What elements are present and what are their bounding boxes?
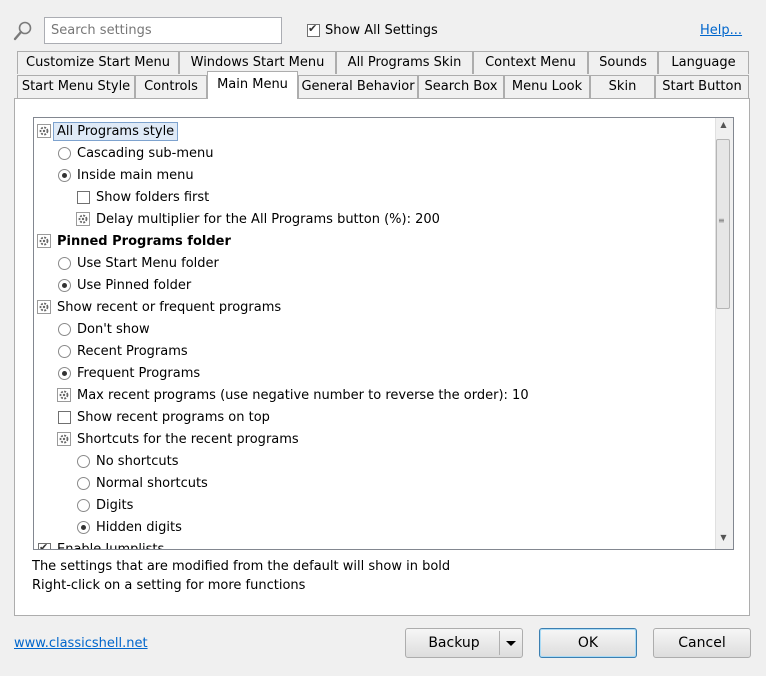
checkbox[interactable] — [77, 190, 90, 204]
tree-item[interactable]: Use Pinned folder — [58, 274, 191, 296]
tree-item-label: Digits — [96, 497, 134, 513]
tree-item[interactable]: Delay multiplier for the All Programs bu… — [76, 208, 440, 230]
radio-button[interactable] — [58, 256, 71, 270]
tree-item[interactable]: Use Start Menu folder — [58, 252, 219, 274]
tree-item-label: Show recent programs on top — [77, 409, 270, 425]
tab-controls[interactable]: Controls — [135, 75, 207, 98]
scrollbar-grip-icon: ≡ — [718, 216, 725, 225]
tree-item[interactable]: Recent Programs — [58, 340, 188, 362]
settings-gear-icon — [57, 432, 71, 446]
tree-item[interactable]: Shortcuts for the recent programs — [57, 428, 299, 450]
tree-item[interactable]: Show folders first — [77, 186, 209, 208]
settings-gear-icon — [37, 124, 51, 138]
tree-item-label: Shortcuts for the recent programs — [77, 431, 299, 447]
tree-item[interactable]: Enable Jumplists — [38, 538, 165, 550]
tab-main-menu[interactable]: Main Menu — [207, 71, 298, 99]
website-link[interactable]: www.classicshell.net — [14, 636, 148, 651]
tree-item-label: Normal shortcuts — [96, 475, 208, 491]
tree-item-label: Pinned Programs folder — [57, 233, 231, 249]
tree-item-label: Frequent Programs — [77, 365, 201, 381]
tab-skin[interactable]: Skin — [590, 75, 655, 98]
info-text-right-click-hint: Right-click on a setting for more functi… — [32, 578, 306, 593]
dropdown-arrow-icon[interactable] — [506, 641, 516, 646]
search-input[interactable] — [44, 17, 282, 44]
tree-item[interactable]: All Programs style — [37, 120, 179, 142]
tree-item-label: Inside main menu — [77, 167, 194, 183]
scroll-up-arrow-icon[interactable]: ▲ — [715, 120, 732, 134]
tree-item-label: Enable Jumplists — [57, 541, 165, 550]
settings-gear-icon — [37, 300, 51, 314]
tab-menu-look[interactable]: Menu Look — [504, 75, 590, 98]
tree-item-label: No shortcuts — [96, 453, 179, 469]
tree-item[interactable]: Show recent or frequent programs — [37, 296, 281, 318]
tree-item[interactable]: Digits — [77, 494, 133, 516]
info-text-bold-hint: The settings that are modified from the … — [32, 559, 451, 574]
tab-customize-start-menu[interactable]: Customize Start Menu — [17, 51, 179, 74]
tree-item[interactable]: Don't show — [58, 318, 150, 340]
tree-item-label: Don't show — [77, 321, 150, 337]
ok-button[interactable]: OK — [539, 628, 637, 658]
tree-item[interactable]: Show recent programs on top — [58, 406, 270, 428]
settings-gear-icon — [37, 234, 51, 248]
cancel-button[interactable]: Cancel — [653, 628, 751, 658]
tree-item-label: Use Start Menu folder — [77, 255, 219, 271]
tree-item[interactable]: Frequent Programs — [58, 362, 200, 384]
tree-item-label: Show recent or frequent programs — [57, 299, 282, 315]
tree-item-label: Max recent programs (use negative number… — [77, 387, 529, 403]
tree-item[interactable]: Normal shortcuts — [77, 472, 208, 494]
checkbox[interactable] — [38, 541, 51, 549]
radio-button[interactable] — [58, 322, 71, 336]
tab-sounds[interactable]: Sounds — [588, 51, 658, 74]
tree-item[interactable]: Max recent programs (use negative number… — [57, 384, 529, 406]
backup-button[interactable]: Backup — [405, 628, 523, 658]
radio-button[interactable] — [58, 146, 71, 160]
show-all-settings-toggle[interactable]: Show All Settings — [307, 22, 438, 38]
radio-button[interactable] — [58, 278, 71, 292]
settings-gear-icon — [76, 212, 90, 226]
tree-item[interactable]: Cascading sub-menu — [58, 142, 214, 164]
tab-general-behavior[interactable]: General Behavior — [298, 75, 418, 98]
tree-item-label: Cascading sub-menu — [77, 145, 214, 161]
tree-item[interactable]: Inside main menu — [58, 164, 194, 186]
scroll-down-arrow-icon[interactable]: ▼ — [715, 533, 732, 547]
radio-button[interactable] — [77, 498, 90, 512]
tab-context-menu[interactable]: Context Menu — [473, 51, 588, 74]
tree-item-label: Show folders first — [96, 189, 210, 205]
tree-item[interactable]: Hidden digits — [77, 516, 182, 538]
tree-item-label: Use Pinned folder — [77, 277, 192, 293]
tree-item-label: Hidden digits — [96, 519, 182, 535]
search-icon — [13, 21, 32, 41]
tree-item[interactable]: Pinned Programs folder — [37, 230, 231, 252]
tab-language[interactable]: Language — [658, 51, 749, 74]
tree-item-label: Recent Programs — [77, 343, 188, 359]
help-link[interactable]: Help... — [700, 23, 742, 38]
radio-button[interactable] — [77, 476, 90, 490]
settings-gear-icon — [57, 388, 71, 402]
tree-item[interactable]: No shortcuts — [77, 450, 178, 472]
settings-tree[interactable]: All Programs style Cascading sub-menu In… — [33, 117, 734, 550]
checkbox[interactable] — [58, 410, 71, 424]
tab-all-programs-skin[interactable]: All Programs Skin — [336, 51, 473, 74]
radio-button[interactable] — [58, 344, 71, 358]
radio-button[interactable] — [77, 454, 90, 468]
tab-search-box[interactable]: Search Box — [418, 75, 504, 98]
tab-start-button[interactable]: Start Button — [655, 75, 749, 98]
tree-item-label: All Programs style — [53, 121, 179, 141]
tree-item-label: Delay multiplier for the All Programs bu… — [96, 211, 440, 227]
radio-button[interactable] — [58, 168, 71, 182]
radio-button[interactable] — [77, 520, 90, 534]
show-all-settings-label: Show All Settings — [325, 23, 438, 38]
show-all-settings-checkbox[interactable] — [307, 22, 320, 37]
radio-button[interactable] — [58, 366, 71, 380]
tab-start-menu-style[interactable]: Start Menu Style — [17, 75, 135, 98]
backup-button-label: Backup — [428, 635, 480, 651]
backup-split-divider — [499, 631, 500, 655]
